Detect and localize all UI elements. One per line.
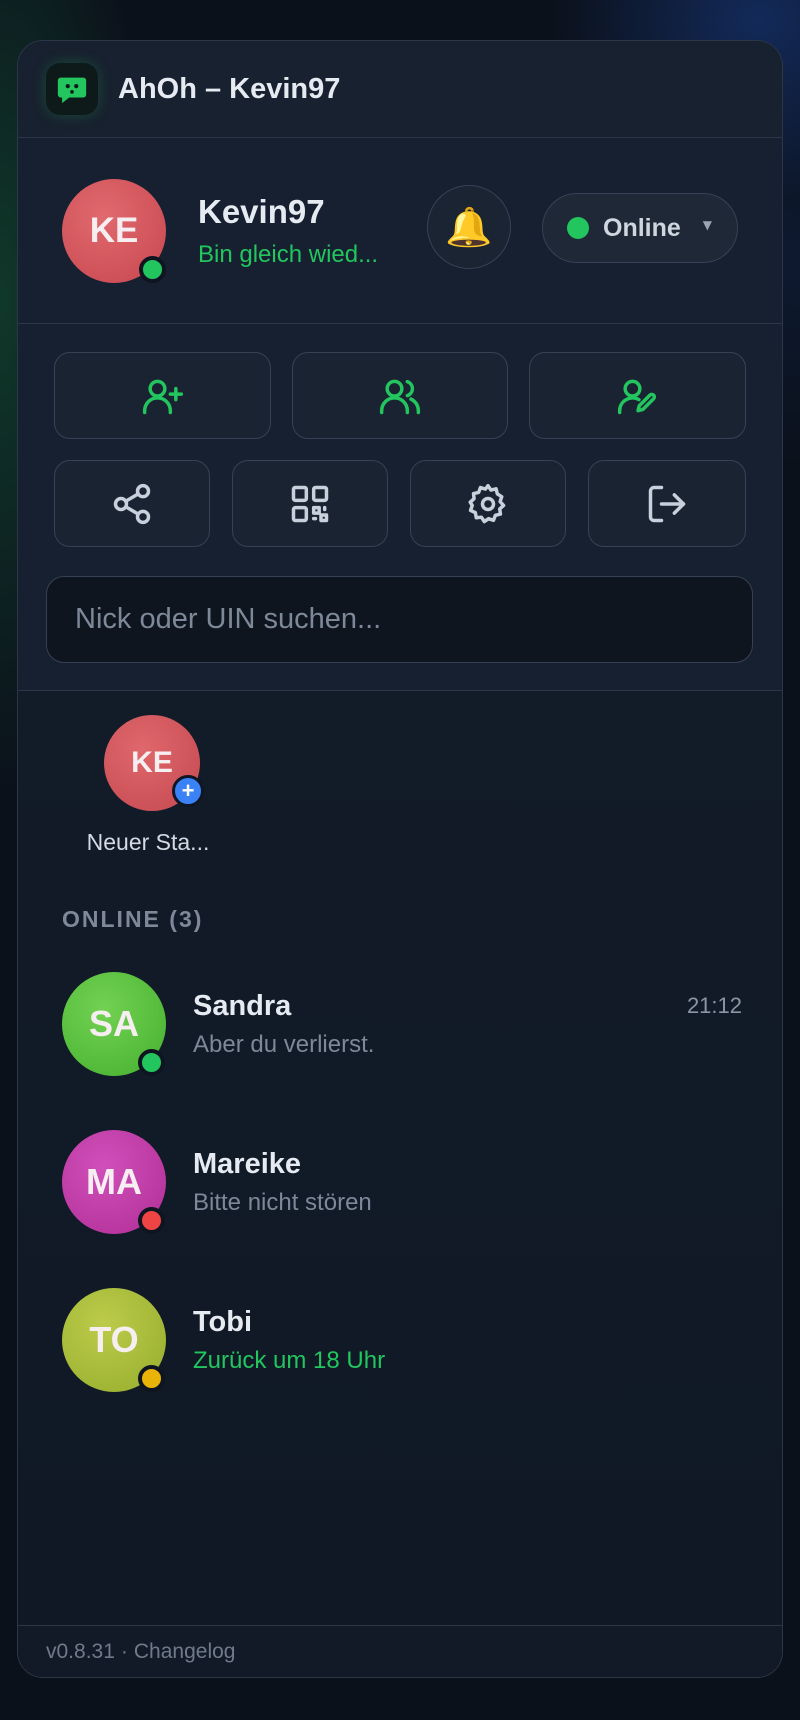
title-bar: AhOh – Kevin97	[18, 41, 782, 138]
profile-initials: KE	[89, 210, 139, 250]
share-button[interactable]	[54, 460, 210, 547]
contact-list-area: KE + Neuer Sta... ONLINE (3) SA Sandra A…	[18, 691, 782, 1631]
status-label: Online	[603, 213, 681, 242]
contact-initials: MA	[86, 1161, 142, 1202]
contact-avatar: TO	[62, 1288, 166, 1392]
app-window: AhOh – Kevin97 KE Kevin97 Bin gleich wie…	[17, 40, 783, 1678]
logout-button[interactable]	[588, 460, 746, 547]
contact-text: Mareike Bitte nicht stören	[193, 1148, 742, 1217]
chevron-down-icon: ▼	[702, 218, 713, 232]
presence-dot	[138, 1365, 165, 1392]
footer-separator: ·	[120, 1639, 128, 1663]
action-panel	[18, 324, 782, 691]
settings-button[interactable]	[410, 460, 566, 547]
contact-name: Sandra	[193, 989, 292, 1022]
changelog-link[interactable]: Changelog	[134, 1640, 236, 1664]
contact-initials: TO	[89, 1319, 139, 1360]
story-avatar[interactable]: KE +	[104, 715, 204, 811]
contacts-button[interactable]	[292, 352, 508, 439]
settings-icon	[468, 483, 506, 523]
version-label: v0.8.31	[46, 1639, 115, 1663]
contact-text: Tobi Zurück um 18 Uhr	[193, 1306, 742, 1375]
contact-avatar: MA	[62, 1130, 166, 1234]
contact-name: Tobi	[193, 1305, 253, 1338]
add-contact-button[interactable]	[54, 352, 271, 439]
presence-dot	[138, 1049, 165, 1076]
notifications-button[interactable]: 🔔	[427, 185, 511, 269]
qr-code-icon	[291, 485, 329, 522]
add-user-icon	[142, 379, 183, 414]
contact-message: Zurück um 18 Uhr	[193, 1346, 386, 1374]
contact-row[interactable]: MA Mareike Bitte nicht stören	[62, 1127, 742, 1237]
qr-code-button[interactable]	[232, 460, 388, 547]
footer: v0.8.31 · Changelog	[18, 1625, 782, 1677]
bell-icon: 🔔	[445, 204, 493, 249]
online-section-header: ONLINE (3)	[62, 906, 204, 932]
app-title: AhOh – Kevin97	[118, 72, 341, 105]
story-initials: KE	[131, 746, 173, 779]
logout-icon	[648, 485, 686, 522]
contact-row[interactable]: TO Tobi Zurück um 18 Uhr	[62, 1285, 742, 1395]
profile-avatar[interactable]: KE	[62, 178, 166, 283]
contact-time: 21:12	[686, 993, 742, 1018]
status-dot	[567, 217, 589, 239]
edit-profile-button[interactable]	[529, 352, 746, 439]
search-input[interactable]	[46, 576, 753, 663]
edit-user-icon	[617, 379, 656, 414]
profile-header: KE Kevin97 Bin gleich wied... 🔔 Online ▼	[18, 138, 782, 324]
story-label: Neuer Sta...	[86, 829, 210, 855]
share-icon	[113, 483, 151, 524]
contact-text: Sandra Aber du verlierst.	[193, 990, 742, 1059]
contact-name: Mareike	[193, 1147, 302, 1180]
profile-info: Kevin97 Bin gleich wied...	[198, 193, 428, 269]
chat-bubble-icon	[46, 63, 98, 115]
profile-name: Kevin97	[198, 192, 325, 230]
presence-dot	[138, 1207, 165, 1234]
contact-message: Aber du verlierst.	[193, 1030, 375, 1058]
contact-avatar: SA	[62, 972, 166, 1076]
contact-row[interactable]: SA Sandra Aber du verlierst. 21:12	[62, 969, 742, 1079]
status-select[interactable]: Online ▼	[542, 193, 738, 263]
contact-message: Bitte nicht stören	[193, 1188, 372, 1216]
profile-status-message[interactable]: Bin gleich wied...	[198, 241, 428, 269]
plus-icon[interactable]: +	[172, 775, 204, 807]
contact-initials: SA	[88, 1003, 139, 1044]
users-icon	[379, 379, 421, 414]
presence-dot	[139, 255, 166, 283]
new-status-story[interactable]: KE + Neuer Sta...	[68, 715, 228, 856]
